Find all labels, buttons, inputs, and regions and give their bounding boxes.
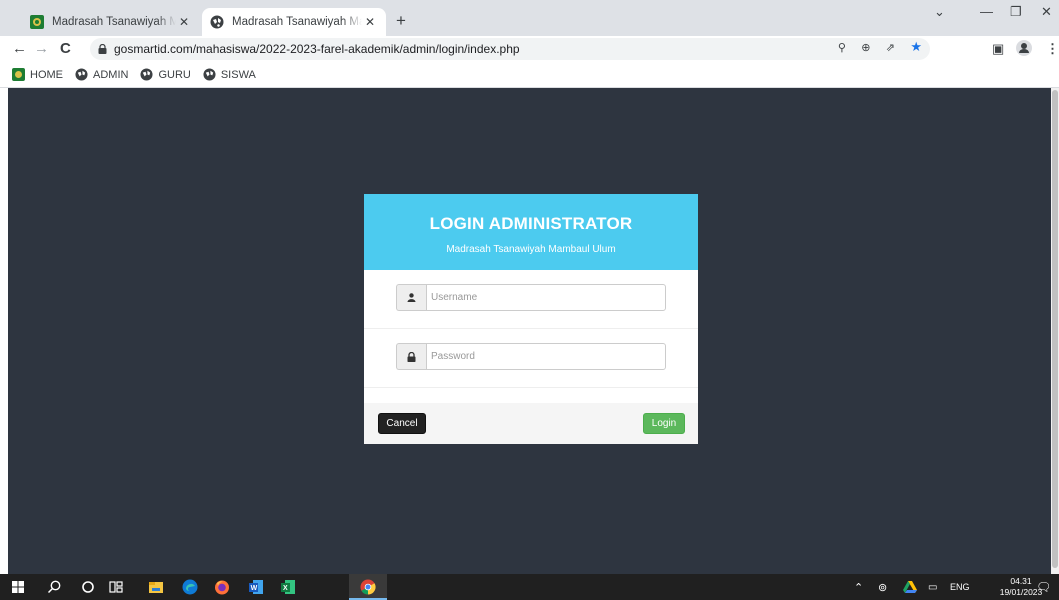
minimize-icon[interactable]: — — [980, 4, 993, 19]
language-indicator[interactable]: ENG — [950, 574, 970, 600]
madrasah-favicon-icon — [12, 68, 25, 81]
tab-title: Madrasah Tsanawiyah Mambaul Ulum — [52, 16, 176, 28]
share-icon[interactable]: ⇗ — [886, 42, 895, 54]
tab-inactive[interactable]: Madrasah Tsanawiyah Mambaul Ulum ✕ — [22, 8, 200, 36]
show-hidden-icons[interactable]: ⌃ — [854, 574, 863, 600]
svg-text:X: X — [283, 585, 288, 592]
bookmark-label: SISWA — [220, 68, 256, 81]
tab-search-icon[interactable]: ⌄ — [934, 4, 945, 20]
windows-start-icon[interactable] — [12, 581, 24, 593]
battery-icon[interactable]: ▭ — [928, 574, 937, 600]
login-footer: Cancel Login — [364, 403, 698, 444]
url-text: gosmartid.com/mahasiswa/2022-2023-farel-… — [114, 42, 520, 56]
globe-icon — [140, 68, 153, 81]
onedrive-sync-icon[interactable]: ⊚ — [878, 574, 887, 600]
password-row — [364, 329, 698, 388]
bookmarks-bar: HOME ADMIN GURU SISWA — [0, 62, 1059, 88]
tab-title: Madrasah Tsanawiyah Mambaul Ulum — [232, 16, 362, 28]
bookmark-label: HOME — [30, 68, 63, 81]
username-input[interactable] — [426, 284, 666, 311]
login-header: LOGIN ADMINISTRATOR Madrasah Tsanawiyah … — [364, 194, 698, 270]
address-bar[interactable]: gosmartid.com/mahasiswa/2022-2023-farel-… — [90, 38, 930, 60]
bookmark-guru[interactable]: GURU — [140, 68, 191, 81]
globe-icon — [210, 15, 224, 29]
notification-center-icon[interactable]: 🗨 — [1036, 574, 1051, 600]
close-tab-icon[interactable]: ✕ — [362, 15, 378, 29]
user-icon — [396, 284, 426, 311]
tab-strip: Madrasah Tsanawiyah Mambaul Ulum ✕ Madra… — [0, 0, 1059, 36]
password-group — [396, 343, 666, 370]
bookmark-label: ADMIN — [93, 68, 129, 81]
username-group — [396, 284, 666, 311]
zoom-icon[interactable]: ⊕ — [861, 42, 870, 54]
lock-icon — [98, 44, 107, 54]
page-scrollbar[interactable] — [1051, 88, 1059, 574]
bookmark-admin[interactable]: ADMIN — [75, 68, 128, 81]
page-left-edge — [0, 88, 8, 574]
bookmark-label: GURU — [158, 68, 191, 81]
tab-active[interactable]: Madrasah Tsanawiyah Mambaul Ulum ✕ — [202, 8, 386, 36]
bookmark-star-icon[interactable]: ★ — [910, 39, 922, 54]
omnibox-actions: ⚲ ⊕ ⇗ ★ — [838, 39, 922, 55]
search-icon[interactable] — [46, 579, 62, 595]
windows-taskbar: W X ⌃ ⊚ ▭ ENG 04.31 19/01/2023 🗨 — [0, 574, 1059, 600]
close-window-icon[interactable]: ✕ — [1041, 4, 1052, 20]
menu-icon[interactable]: ⋮ — [1046, 40, 1059, 58]
google-drive-icon[interactable] — [903, 580, 917, 594]
edge-browser-icon[interactable] — [182, 579, 198, 595]
login-panel: LOGIN ADMINISTRATOR Madrasah Tsanawiyah … — [364, 194, 698, 444]
forward-icon[interactable]: → — [34, 39, 49, 59]
chrome-icon — [360, 579, 376, 595]
side-panel-icon[interactable]: ▣ — [992, 40, 1004, 58]
globe-icon — [75, 68, 88, 81]
reload-icon[interactable]: C — [60, 39, 71, 59]
word-icon[interactable]: W — [248, 579, 264, 595]
cortana-icon[interactable] — [80, 579, 96, 595]
cancel-button[interactable]: Cancel — [378, 413, 426, 434]
chrome-taskbar-active[interactable] — [349, 574, 387, 600]
login-subtitle: Madrasah Tsanawiyah Mambaul Ulum — [446, 244, 616, 255]
restore-icon[interactable]: ❐ — [1010, 4, 1022, 20]
back-icon[interactable]: ← — [12, 39, 27, 59]
password-input[interactable] — [426, 343, 666, 370]
username-row — [364, 270, 698, 329]
firefox-icon[interactable] — [214, 579, 230, 595]
svg-text:W: W — [251, 585, 258, 592]
close-tab-icon[interactable]: ✕ — [176, 15, 192, 29]
file-explorer-icon[interactable] — [148, 579, 164, 595]
scrollbar-thumb[interactable] — [1052, 90, 1058, 568]
new-tab-button[interactable]: + — [396, 12, 406, 30]
bookmark-home[interactable]: HOME — [12, 68, 63, 81]
madrasah-favicon-icon — [30, 15, 44, 29]
login-title: LOGIN ADMINISTRATOR — [429, 214, 633, 233]
login-button[interactable]: Login — [643, 413, 685, 434]
task-view-icon[interactable] — [108, 579, 124, 595]
profile-avatar-icon[interactable] — [1016, 40, 1032, 61]
bookmark-siswa[interactable]: SISWA — [203, 68, 256, 81]
excel-icon[interactable]: X — [280, 579, 296, 595]
location-icon[interactable]: ⚲ — [838, 42, 846, 54]
globe-icon — [203, 68, 216, 81]
lock-icon — [396, 343, 426, 370]
browser-toolbar: ← → C gosmartid.com/mahasiswa/2022-2023-… — [0, 36, 1059, 62]
